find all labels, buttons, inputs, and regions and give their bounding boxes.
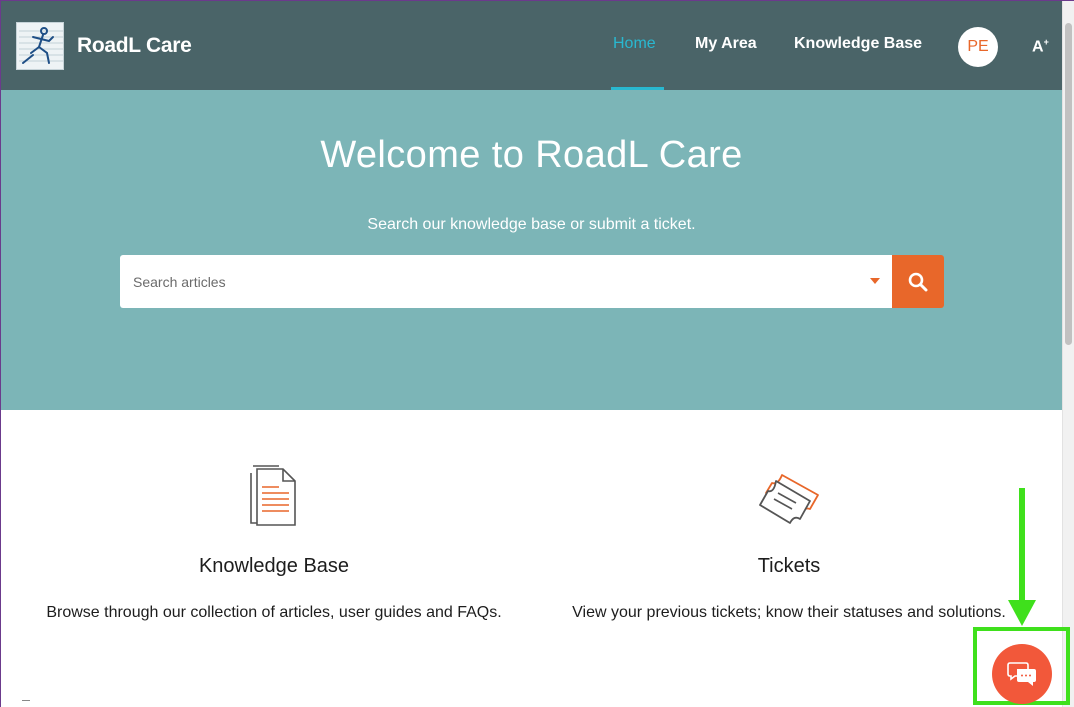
nav-my-area[interactable]: My Area — [695, 35, 757, 53]
nav-home[interactable]: Home — [613, 35, 656, 53]
annotation-arrow-head — [1008, 600, 1036, 626]
brand-name[interactable]: RoadL Care — [77, 34, 192, 58]
hero-subtitle: Search our knowledge base or submit a ti… — [367, 216, 696, 233]
annotation-arrow-shaft — [1019, 488, 1025, 606]
search-category-dropdown-icon[interactable] — [870, 278, 880, 284]
search-icon — [908, 272, 928, 291]
knowledge-base-card-title[interactable]: Knowledge Base — [174, 555, 374, 578]
user-avatar[interactable]: PE — [958, 27, 998, 67]
page-edge-mark — [22, 700, 30, 705]
ticket-icon[interactable] — [758, 471, 822, 532]
accessibility-mark: + — [1043, 37, 1049, 47]
top-navigation-bar: RoadL Care Home My Area Knowledge Base P… — [1, 1, 1062, 90]
brand-logo[interactable] — [16, 22, 64, 70]
tickets-card-title[interactable]: Tickets — [689, 555, 889, 578]
tickets-card-description: View your previous tickets; know their s… — [572, 604, 1006, 621]
hero-section: Welcome to RoadL Care Search our knowled… — [1, 90, 1062, 410]
knowledge-base-card-description: Browse through our collection of article… — [46, 604, 502, 621]
search-button[interactable] — [892, 255, 944, 308]
hero-title: Welcome to RoadL Care — [320, 134, 743, 176]
nav-knowledge-base[interactable]: Knowledge Base — [794, 35, 922, 53]
accessibility-toggle[interactable]: A+ — [1032, 37, 1049, 56]
search-input[interactable] — [120, 255, 860, 308]
chat-launcher-button[interactable] — [992, 644, 1052, 704]
accessibility-label: A — [1032, 38, 1044, 56]
vertical-scrollbar[interactable] — [1062, 1, 1074, 707]
search-bar — [120, 255, 892, 308]
chat-bubble-icon — [1007, 662, 1036, 686]
scrollbar-thumb[interactable] — [1065, 23, 1072, 345]
document-icon[interactable] — [249, 465, 297, 532]
